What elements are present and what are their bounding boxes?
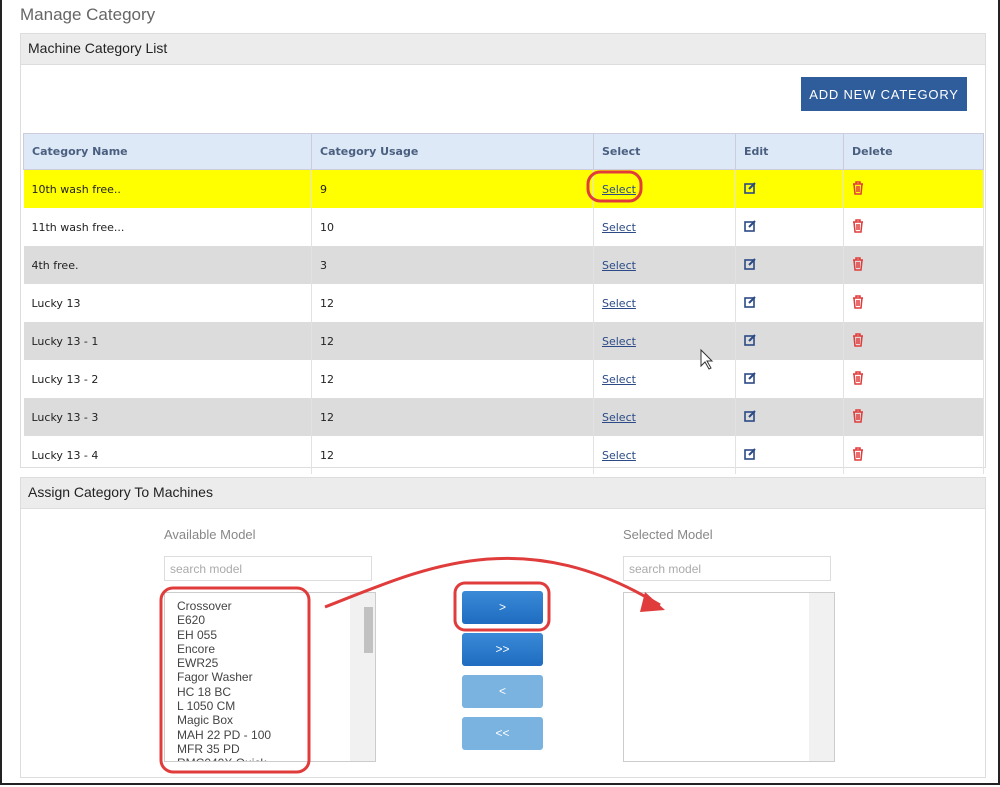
highlight-select-annotation [586, 170, 643, 203]
highlight-list-annotation [159, 586, 311, 774]
mouse-cursor-icon [700, 348, 714, 370]
annotation-overlay [159, 170, 714, 774]
highlight-button-annotation [453, 581, 551, 632]
